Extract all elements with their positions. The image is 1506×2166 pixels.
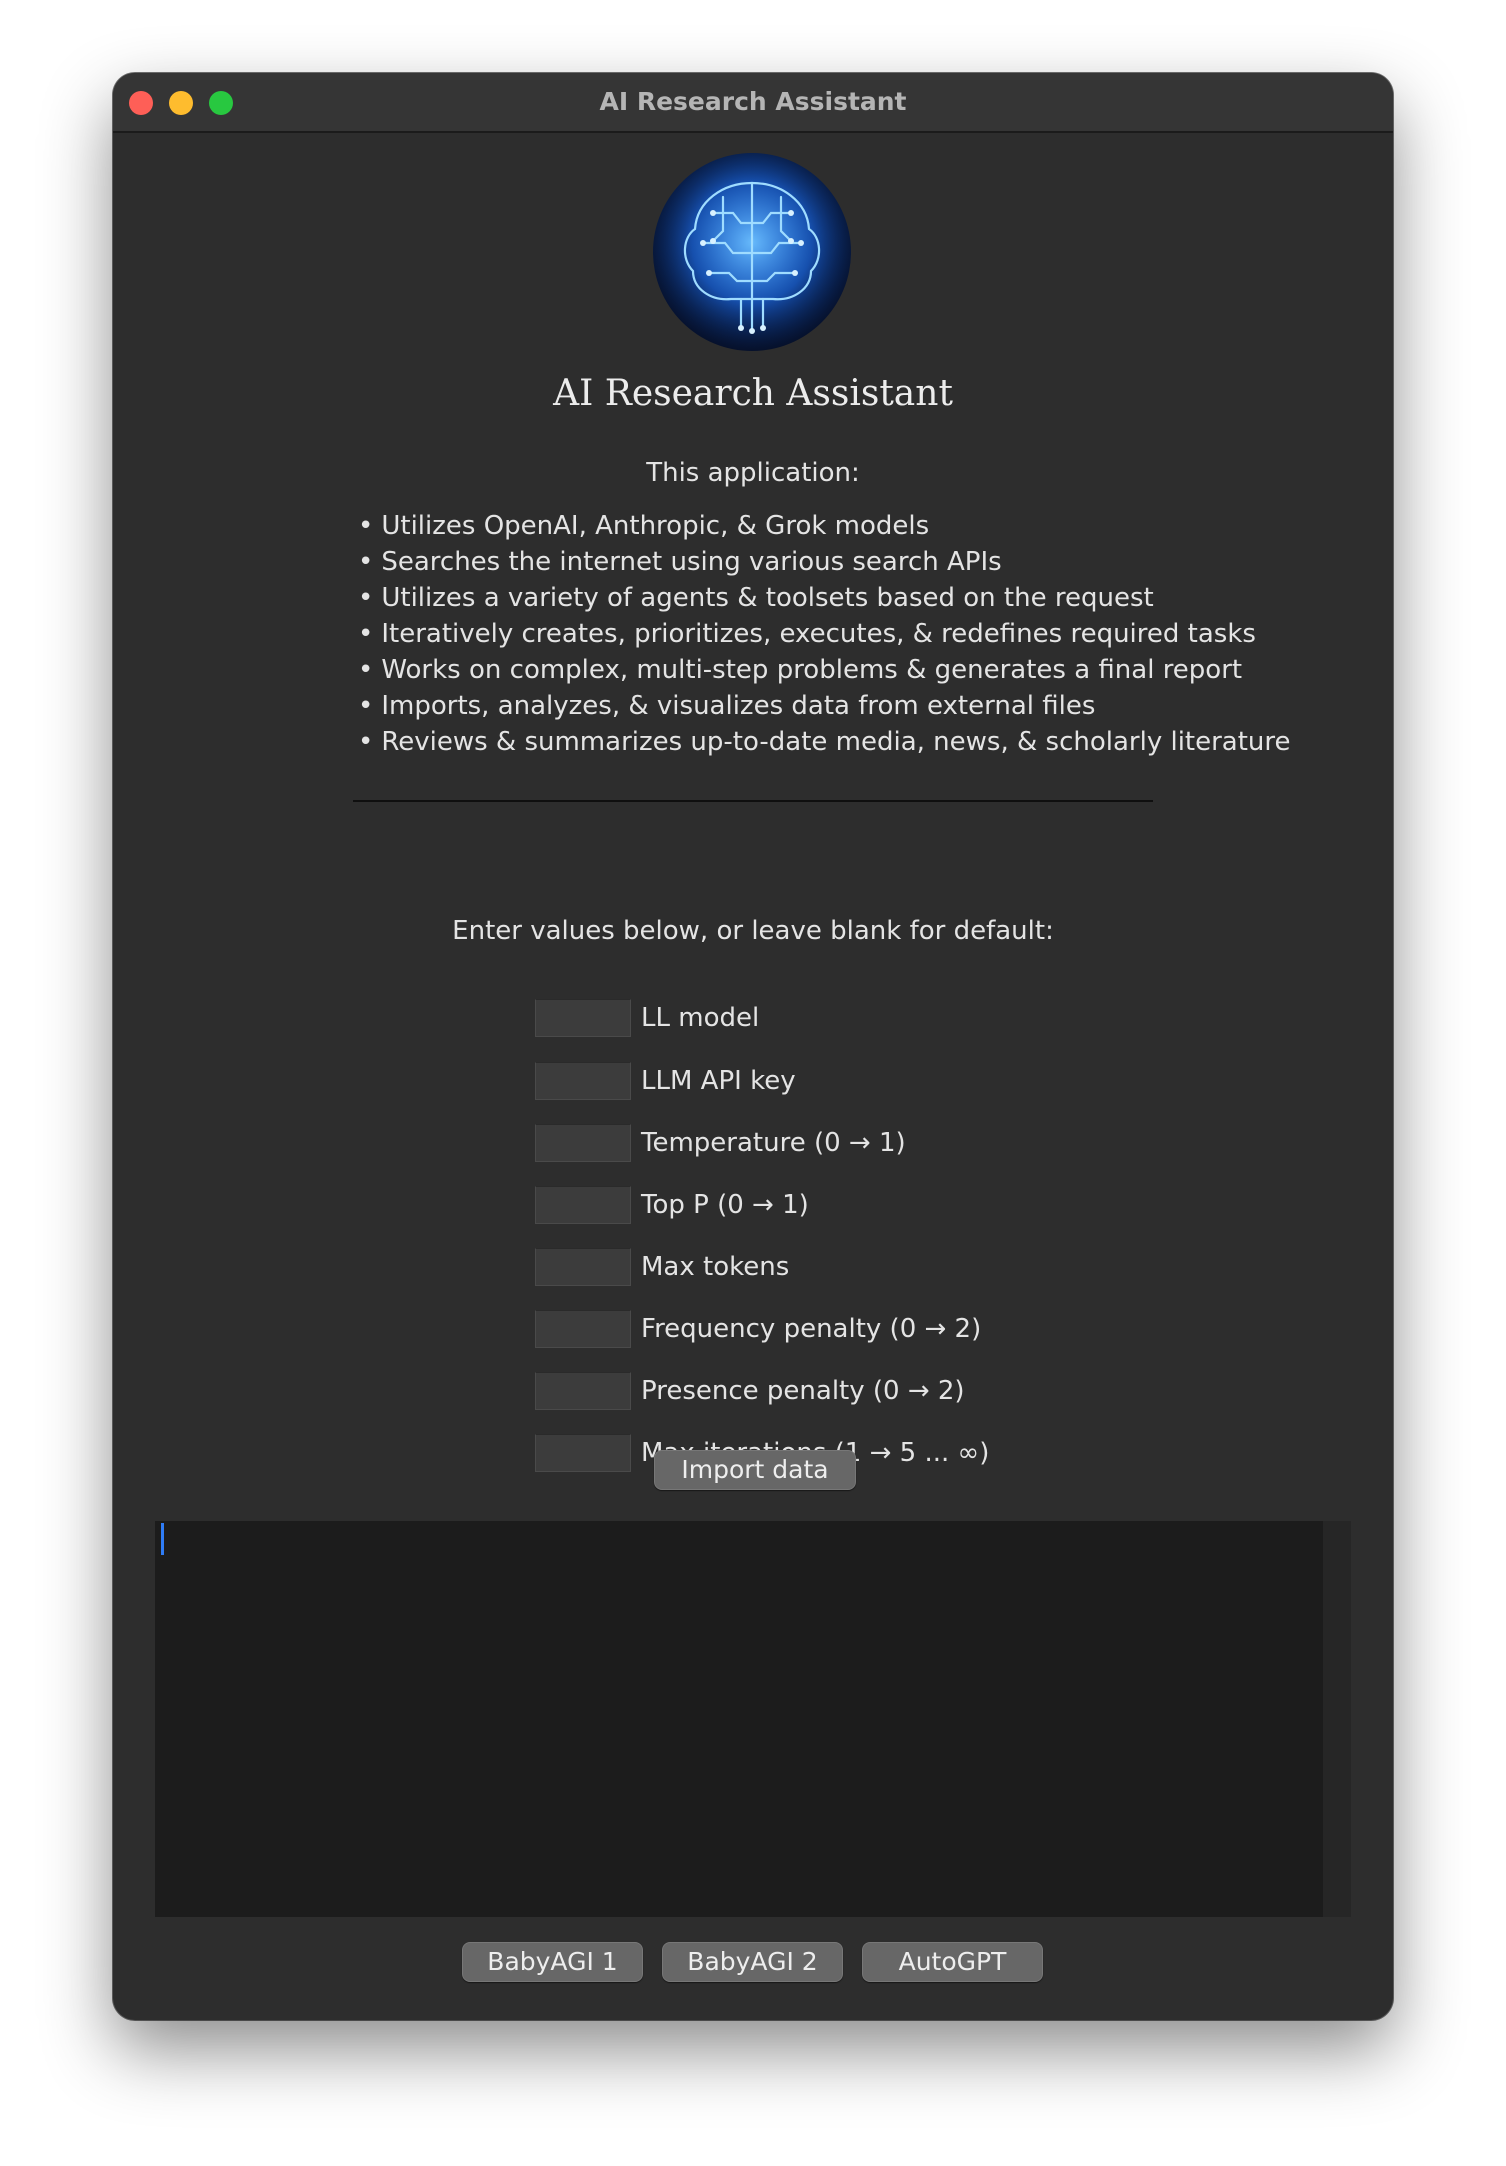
app-window: AI Research Assistant AI Research Assist… (113, 73, 1393, 2020)
title-bar: AI Research Assistant (113, 73, 1393, 133)
ll-model-label: LL model (641, 1003, 760, 1033)
output-text-area[interactable] (155, 1521, 1323, 1917)
llm-api-key-label: LLM API key (641, 1066, 796, 1096)
feature-list: Utilizes OpenAI, Anthropic, & Grok model… (358, 508, 1291, 760)
top-p-label: Top P (0 → 1) (641, 1190, 809, 1220)
settings-instructions: Enter values below, or leave blank for d… (452, 916, 1054, 946)
top-p-input[interactable] (535, 1186, 631, 1224)
section-divider (353, 800, 1153, 802)
presence-penalty-label: Presence penalty (0 → 2) (641, 1376, 965, 1406)
window-title: AI Research Assistant (599, 87, 907, 116)
babyagi-2-button[interactable]: BabyAGI 2 (662, 1942, 843, 1982)
ll-model-input[interactable] (535, 999, 631, 1037)
feature-item: Iteratively creates, prioritizes, execut… (358, 616, 1291, 652)
frequency-penalty-label: Frequency penalty (0 → 2) (641, 1314, 982, 1344)
import-data-button[interactable]: Import data (654, 1450, 856, 1490)
max-tokens-input[interactable] (535, 1248, 631, 1286)
temperature-input[interactable] (535, 1124, 631, 1162)
temperature-label: Temperature (0 → 1) (641, 1128, 906, 1158)
autogpt-button[interactable]: AutoGPT (862, 1942, 1043, 1982)
feature-item: Utilizes a variety of agents & toolsets … (358, 580, 1291, 616)
babyagi-1-button[interactable]: BabyAGI 1 (462, 1942, 643, 1982)
output-scrollbar[interactable] (1323, 1521, 1351, 1917)
llm-api-key-input[interactable] (535, 1062, 631, 1100)
intro-text: This application: (646, 458, 860, 488)
app-title: AI Research Assistant (553, 373, 953, 414)
feature-item: Searches the internet using various sear… (358, 544, 1291, 580)
feature-item: Utilizes OpenAI, Anthropic, & Grok model… (358, 508, 1291, 544)
frequency-penalty-input[interactable] (535, 1310, 631, 1348)
feature-item: Works on complex, multi-step problems & … (358, 652, 1291, 688)
presence-penalty-input[interactable] (535, 1372, 631, 1410)
text-caret (161, 1523, 164, 1555)
brain-circuit-logo (653, 153, 851, 351)
max-iterations-input[interactable] (535, 1434, 631, 1472)
feature-item: Imports, analyzes, & visualizes data fro… (358, 688, 1291, 724)
max-tokens-label: Max tokens (641, 1252, 790, 1282)
feature-item: Reviews & summarizes up-to-date media, n… (358, 724, 1290, 760)
